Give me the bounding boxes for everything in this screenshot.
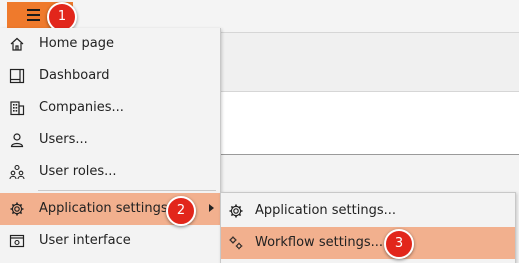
submenu-item-label: Application settings... [255, 203, 397, 218]
gear-icon [228, 203, 244, 219]
workflow-icon [228, 235, 244, 251]
hamburger-menu-icon [27, 8, 41, 22]
user-roles-icon [9, 164, 25, 180]
application-settings-submenu: Application settings... Workflow setting… [220, 192, 516, 263]
menu-item-users[interactable]: Users... [0, 124, 220, 156]
menu-item-label: Dashboard [39, 68, 110, 83]
submenu-item-label: Workflow settings... [255, 235, 384, 250]
menu-item-label: Users... [39, 132, 88, 147]
menu-item-label: Home page [39, 36, 114, 51]
menu-item-user-roles[interactable]: User roles... [0, 156, 220, 188]
submenu-arrow-icon [209, 204, 214, 212]
building-icon [9, 100, 25, 116]
menu-item-companies[interactable]: Companies... [0, 92, 220, 124]
home-icon [9, 36, 25, 52]
menu-item-user-interface[interactable]: User interface [0, 225, 220, 257]
menu-item-home-page[interactable]: Home page [0, 28, 220, 60]
menu-item-label: Companies... [39, 100, 124, 115]
menu-separator [38, 190, 216, 191]
menu-item-label: Application settings [39, 201, 168, 216]
main-menu: Home page Dashboard Companies... Users..… [0, 28, 221, 263]
submenu-item-application-settings[interactable]: Application settings... [221, 195, 515, 227]
user-interface-icon [9, 233, 25, 249]
menu-item-dashboard[interactable]: Dashboard [0, 60, 220, 92]
menu-item-label: User roles... [39, 164, 117, 179]
step-badge-2: 2 [166, 196, 196, 226]
gear-icon [9, 201, 25, 217]
step-badge-3: 3 [384, 229, 414, 259]
user-icon [9, 132, 25, 148]
menu-item-label: User interface [39, 233, 131, 248]
dashboard-icon [9, 68, 25, 84]
app-window: 1 Home page Dashboard Companies... Users… [0, 0, 519, 263]
submenu-item-workflow-settings[interactable]: Workflow settings... [221, 227, 515, 259]
